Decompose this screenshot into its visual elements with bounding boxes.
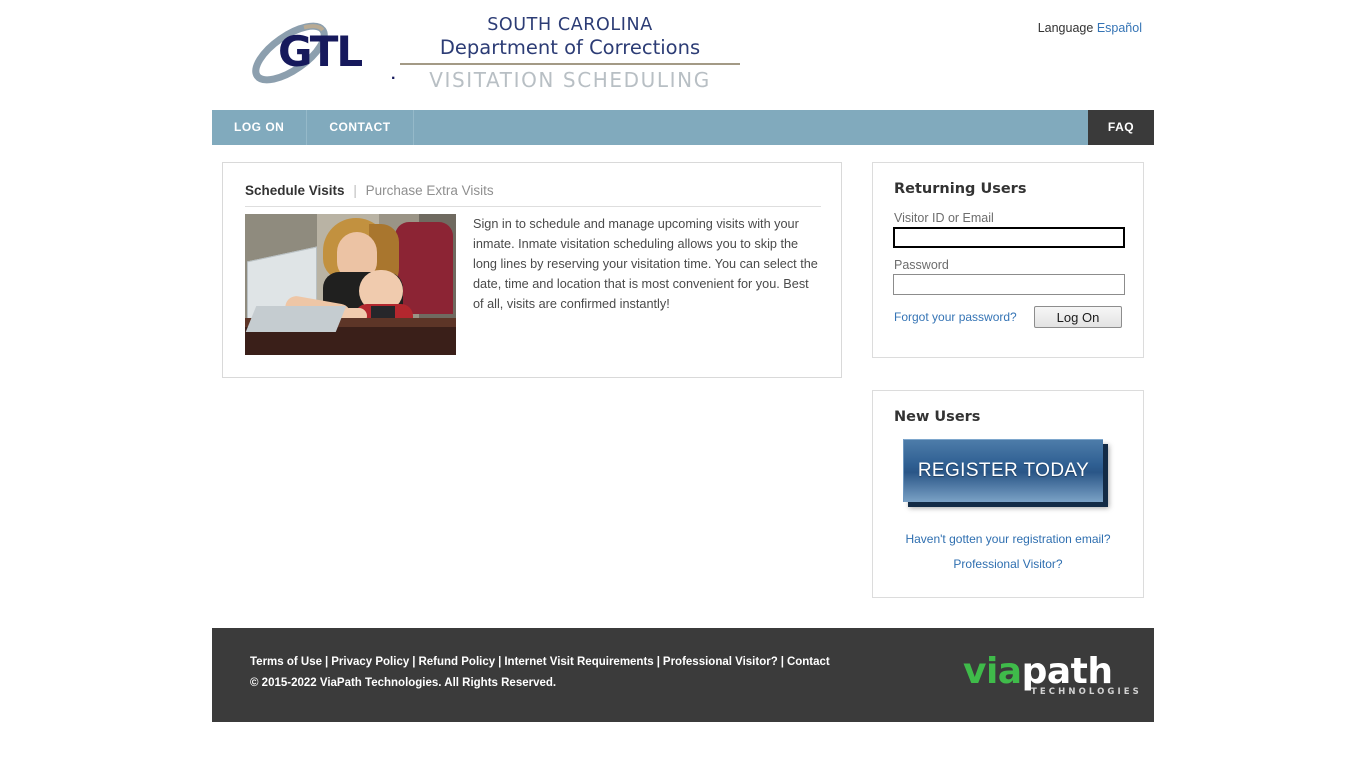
returning-users-panel: Returning Users Visitor ID or Email Pass… [872, 162, 1144, 358]
card-tab-bar: Schedule Visits | Purchase Extra Visits [245, 183, 821, 207]
agency-title-block: SOUTH CAROLINA Department of Corrections… [400, 14, 740, 93]
site-footer: Terms of Use | Privacy Policy | Refund Polic… [212, 628, 1154, 722]
agency-subtitle: VISITATION SCHEDULING [429, 68, 711, 92]
viapath-path-text: path [1021, 651, 1113, 692]
gtl-logo: GTL . [245, 22, 405, 84]
main-navigation-bar: LOG ON CONTACT FAQ [212, 110, 1154, 145]
language-selector: Language Español [1038, 21, 1142, 35]
returning-users-title: Returning Users [894, 181, 1027, 197]
footer-link-privacy-policy[interactable]: Privacy Policy [331, 656, 409, 668]
visitor-id-input[interactable] [893, 227, 1125, 248]
register-today-button[interactable]: REGISTER TODAY [903, 439, 1103, 502]
footer-links-row: Terms of Use | Privacy Policy | Refund Polic… [250, 656, 830, 668]
viapath-via-text: via [963, 651, 1022, 692]
footer-link-contact[interactable]: Contact [787, 656, 830, 668]
footer-link-professional-visitor[interactable]: Professional Visitor? [663, 656, 778, 668]
gtl-wordmark: GTL [278, 27, 363, 76]
footer-link-refund-policy[interactable]: Refund Policy [418, 656, 495, 668]
viapath-logo: viapath TECHNOLOGIES [963, 653, 1139, 701]
agency-department-name: Department of Corrections [439, 36, 701, 59]
nav-item-log-on[interactable]: LOG ON [212, 110, 308, 145]
forgot-password-link[interactable]: Forgot your password? [894, 310, 1017, 324]
language-spanish-link[interactable]: Español [1097, 21, 1142, 35]
registration-email-link[interactable]: Haven't gotten your registration email? [873, 532, 1143, 546]
language-label: Language [1037, 21, 1094, 35]
tab-schedule-visits[interactable]: Schedule Visits [245, 183, 345, 198]
footer-separator: | [656, 656, 660, 668]
tab-purchase-extra-visits[interactable]: Purchase Extra Visits [366, 183, 494, 198]
visitor-id-label: Visitor ID or Email [894, 211, 994, 225]
new-users-panel: New Users REGISTER TODAY Haven't gotten … [872, 390, 1144, 598]
nav-items-group: LOG ON CONTACT [212, 110, 414, 145]
footer-separator: | [325, 656, 329, 668]
footer-link-terms-of-use[interactable]: Terms of Use [250, 656, 322, 668]
promo-photo [245, 214, 456, 355]
gtl-registered-dot: . [391, 66, 396, 83]
agency-divider [400, 63, 740, 65]
password-input[interactable] [893, 274, 1125, 295]
log-on-button[interactable]: Log On [1034, 306, 1122, 328]
schedule-visits-card: Schedule Visits | Purchase Extra Visits … [222, 162, 842, 378]
professional-visitor-link[interactable]: Professional Visitor? [873, 557, 1143, 571]
agency-state-name: SOUTH CAROLINA [487, 15, 653, 35]
nav-item-contact[interactable]: CONTACT [307, 110, 414, 145]
nav-item-faq[interactable]: FAQ [1088, 110, 1154, 145]
page-root: GTL . SOUTH CAROLINA Department of Corre… [0, 0, 1366, 768]
footer-link-internet-visit-requirements[interactable]: Internet Visit Requirements [504, 656, 653, 668]
promo-description: Sign in to schedule and manage upcoming … [473, 217, 818, 311]
new-users-title: New Users [894, 409, 981, 425]
password-label: Password [894, 258, 949, 272]
footer-separator: | [780, 656, 784, 668]
footer-separator: | [498, 656, 502, 668]
tab-separator: | [353, 183, 357, 198]
footer-copyright: © 2015-2022 ViaPath Technologies. All Ri… [250, 677, 557, 689]
viapath-wordmark: viapath [963, 653, 1113, 691]
site-header: GTL . SOUTH CAROLINA Department of Corre… [212, 0, 1154, 108]
viapath-tagline: TECHNOLOGIES [1031, 687, 1142, 697]
